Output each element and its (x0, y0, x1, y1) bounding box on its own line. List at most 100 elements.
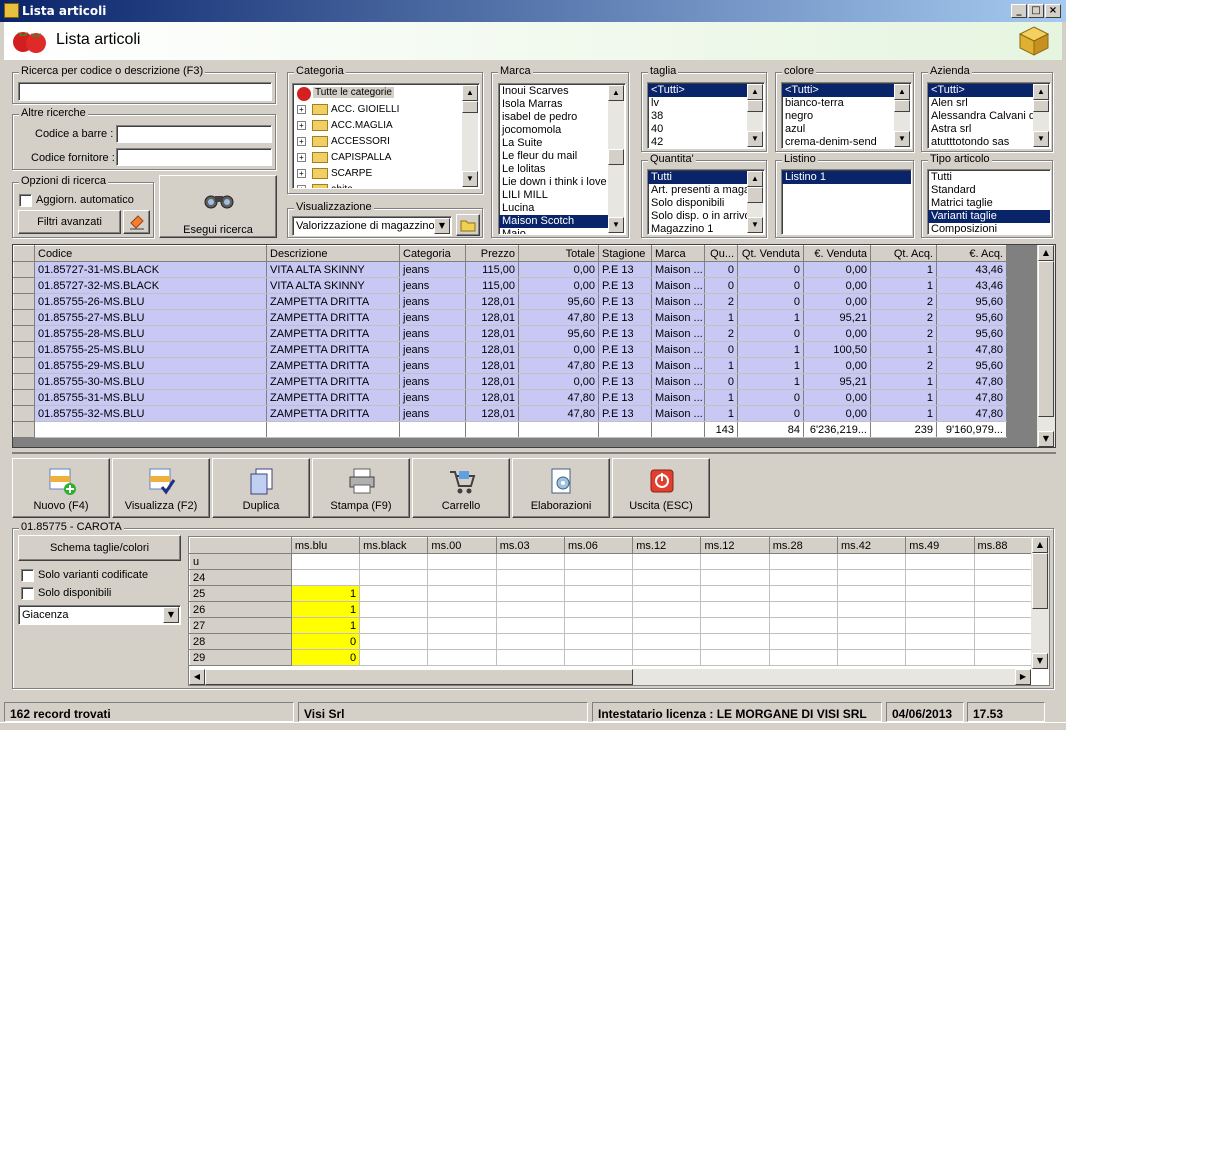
quantita-list-item[interactable]: Tutti (648, 171, 747, 184)
variant-cell[interactable] (359, 633, 429, 650)
variant-cell[interactable] (496, 649, 565, 666)
variant-column-header[interactable]: ms.42 (837, 537, 907, 554)
scroll-thumb[interactable] (462, 101, 478, 113)
maximize-button[interactable]: □ (1028, 4, 1044, 18)
table-row[interactable]: 01.85755-26-MS.BLU ZAMPETTA DRITTA jeans 12… (13, 293, 1007, 310)
minimize-button[interactable]: _ (1011, 4, 1027, 18)
variant-cell[interactable] (427, 585, 497, 602)
variant-cell[interactable] (700, 553, 770, 570)
variant-cell[interactable] (769, 617, 839, 634)
variant-cell[interactable] (769, 633, 839, 650)
scroll-up-button[interactable]: ▲ (1038, 245, 1054, 261)
marca-list-item[interactable]: Isola Marras (499, 98, 608, 111)
quantita-list-item[interactable]: Solo disp. o in arrivo (648, 210, 747, 223)
scroll-thumb[interactable] (747, 100, 763, 112)
variant-cell[interactable] (564, 633, 634, 650)
expand-icon[interactable]: + (297, 168, 306, 178)
supplier-code-input[interactable] (116, 148, 272, 166)
variant-cell[interactable] (837, 553, 907, 570)
marca-list-item[interactable]: Maio (499, 228, 608, 234)
variant-column-header[interactable]: ms.49 (905, 537, 975, 554)
variant-cell[interactable] (769, 585, 839, 602)
variant-column-header[interactable]: ms.black (359, 537, 429, 554)
scroll-down-button[interactable]: ▼ (1038, 431, 1054, 447)
duplica-button[interactable]: Duplica (212, 458, 310, 518)
variant-cell[interactable] (359, 617, 429, 634)
scroll-down-button[interactable]: ▼ (462, 171, 478, 187)
variant-cell[interactable] (359, 553, 429, 570)
tipo-list-item[interactable]: Standard (928, 184, 1050, 197)
category-tree[interactable]: Tutte le categorie + ACC. GIOIELLI + ACC.MA… (292, 83, 480, 189)
scroll-down-button[interactable]: ▼ (747, 131, 763, 147)
variant-cell[interactable] (359, 601, 429, 618)
column-header[interactable]: Categoria (399, 245, 466, 262)
scroll-up-button[interactable]: ▲ (1033, 84, 1049, 100)
item-type-list[interactable]: Tutti Standard Matrici taglie Varianti tagl… (927, 169, 1051, 235)
advanced-filters-button[interactable]: Filtri avanzati (18, 210, 121, 234)
variant-cell[interactable] (632, 585, 702, 602)
variant-cell[interactable] (905, 649, 975, 666)
color-list[interactable]: <Tutti> bianco-terra negro azul crema-denim-… (781, 82, 912, 149)
row-indicator[interactable] (13, 389, 35, 406)
variant-cell[interactable] (291, 569, 361, 586)
variant-cell[interactable] (837, 585, 907, 602)
scroll-thumb[interactable] (894, 100, 910, 112)
variant-column-header[interactable]: ms.06 (563, 537, 634, 554)
size-scrollbar[interactable]: ▲ ▼ (747, 84, 763, 147)
taglia-list-item[interactable]: 40 (648, 123, 747, 136)
variant-column-header[interactable]: ms.12 (700, 537, 770, 554)
colore-list-item[interactable]: <Tutti> (782, 84, 894, 97)
table-row[interactable]: 01.85755-28-MS.BLU ZAMPETTA DRITTA jeans 12… (13, 325, 1007, 342)
row-indicator[interactable] (13, 261, 35, 278)
marca-list-item[interactable]: Lucina (499, 202, 608, 215)
variant-cell[interactable] (632, 569, 702, 586)
scroll-down-button[interactable]: ▼ (1033, 131, 1049, 147)
variant-cell[interactable]: 1 (291, 585, 361, 602)
scroll-up-button[interactable]: ▲ (462, 85, 478, 101)
variant-cell[interactable] (905, 585, 975, 602)
chevron-down-icon[interactable]: ▼ (163, 607, 179, 623)
company-scrollbar[interactable]: ▲ ▼ (1033, 84, 1049, 147)
scroll-thumb[interactable] (747, 187, 763, 203)
variant-cell[interactable] (905, 633, 975, 650)
variant-cell[interactable]: 0 (291, 633, 361, 650)
scroll-up-button[interactable]: ▲ (747, 84, 763, 100)
variant-cell[interactable] (769, 569, 839, 586)
table-row[interactable]: 01.85727-31-MS.BLACK VITA ALTA SKINNY jean… (13, 261, 1007, 278)
variant-cell[interactable] (837, 617, 907, 634)
marca-list-item[interactable]: isabel de pedro (499, 111, 608, 124)
price-list[interactable]: Listino 1 (781, 169, 912, 235)
column-header[interactable]: Qu... (704, 245, 738, 262)
variant-cell[interactable] (564, 569, 634, 586)
scroll-thumb[interactable] (1032, 553, 1048, 609)
quantity-scrollbar[interactable]: ▲ ▼ (747, 171, 763, 233)
marca-list-item[interactable]: Maison Scotch (499, 215, 608, 228)
taglia-list-item[interactable]: 38 (648, 110, 747, 123)
column-header[interactable]: Qt. Acq. (870, 245, 937, 262)
table-row[interactable]: 01.85755-31-MS.BLU ZAMPETTA DRITTA jeans 12… (13, 389, 1007, 406)
variant-cell[interactable] (769, 649, 839, 666)
marca-list-item[interactable]: Le lolitas (499, 163, 608, 176)
variant-cell[interactable] (769, 553, 839, 570)
variant-cell[interactable] (564, 617, 634, 634)
azienda-list-item[interactable]: atutttotondo sas (928, 136, 1033, 148)
column-header[interactable]: €. Acq. (936, 245, 1007, 262)
variant-cell[interactable] (564, 585, 634, 602)
quantita-list-item[interactable]: Art. presenti a magaz (648, 184, 747, 197)
variant-cell[interactable] (837, 633, 907, 650)
variant-cell[interactable] (632, 633, 702, 650)
nuovo-button[interactable]: Nuovo (F4) (12, 458, 110, 518)
category-tree-item[interactable]: + SCARPE (297, 167, 372, 182)
variant-column-header[interactable]: ms.00 (427, 537, 497, 554)
tipo-list-item[interactable]: Composizioni (928, 223, 1050, 234)
articles-grid[interactable]: Codice Descrizione Categoria Prezzo Totale St… (12, 244, 1056, 448)
row-indicator[interactable] (13, 293, 35, 310)
colore-list-item[interactable]: crema-denim-send (782, 136, 894, 148)
brand-list[interactable]: Inoui Scarves Isola Marras isabel de pedro… (498, 83, 626, 235)
size-list[interactable]: <Tutti> lv 38 40 42 ▲ ▼ (647, 82, 765, 149)
row-indicator[interactable] (13, 277, 35, 294)
expand-icon[interactable]: + (297, 152, 306, 162)
visualization-select[interactable]: Valorizzazione di magazzino p ▼ (292, 216, 452, 236)
variant-cell[interactable] (359, 585, 429, 602)
category-tree-item[interactable]: + ACC. GIOIELLI (297, 103, 399, 118)
